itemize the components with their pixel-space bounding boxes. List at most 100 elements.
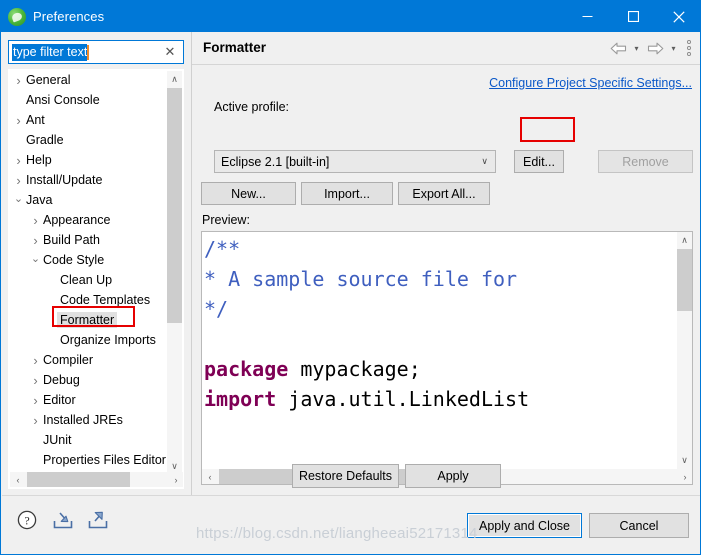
preview-vertical-scroll-thumb[interactable] — [677, 249, 692, 311]
code-plain-text: mypackage; — [288, 357, 421, 381]
chevron-right-icon[interactable]: › — [11, 150, 26, 170]
import-arrow-icon[interactable] — [51, 509, 75, 531]
tree-horizontal-scrollbar[interactable]: ‹ › — [10, 472, 183, 487]
chevron-down-icon: ∨ — [481, 156, 488, 166]
tree-item-build-path[interactable]: › Build Path — [9, 230, 169, 250]
code-keyword: package — [204, 357, 289, 381]
tree-item-gradle[interactable]: Gradle — [9, 130, 169, 150]
new-profile-button[interactable]: New... — [201, 182, 296, 205]
filter-input-wrapper[interactable]: type filter text ✕ — [8, 40, 184, 64]
code-comment-line: /** — [204, 237, 241, 261]
tree-item-junit[interactable]: JUnit — [9, 430, 169, 450]
chevron-down-icon[interactable]: ⌄ — [11, 188, 26, 208]
tree-item-code-style[interactable]: ⌄ Code Style — [9, 250, 169, 270]
tree-item-organize-imports[interactable]: Organize Imports — [9, 330, 169, 350]
tree-item-ant[interactable]: › Ant — [9, 110, 169, 130]
tree-item-label: Java — [26, 193, 53, 207]
tree-item-label: Ansi Console — [26, 93, 100, 107]
tree-item-installed-jres[interactable]: › Installed JREs — [9, 410, 169, 430]
back-arrow-icon[interactable] — [608, 39, 628, 57]
tree-item-formatter[interactable]: Formatter — [9, 310, 169, 330]
preview-scroll-up-button[interactable]: ∧ — [677, 232, 692, 249]
view-menu-icon[interactable] — [682, 39, 696, 57]
restore-defaults-button[interactable]: Restore Defaults — [292, 464, 399, 488]
export-arrow-glyph — [88, 511, 108, 529]
preferences-dialog: Preferences type filter text ✕ › General… — [0, 0, 701, 555]
tree-item-code-templates[interactable]: Code Templates — [9, 290, 169, 310]
apply-and-close-button[interactable]: Apply and Close — [467, 513, 582, 538]
tree-item-compiler[interactable]: › Compiler — [9, 350, 169, 370]
active-profile-value: Eclipse 2.1 [built-in] — [221, 154, 330, 169]
maximize-button[interactable] — [610, 1, 656, 32]
tree-item-editor[interactable]: › Editor — [9, 390, 169, 410]
preview-scroll-down-button[interactable]: ∨ — [677, 452, 692, 469]
tree-item-properties-files-editor[interactable]: Properties Files Editor — [9, 450, 169, 470]
chevron-right-icon[interactable]: › — [28, 210, 43, 230]
tree-item-appearance[interactable]: › Appearance — [9, 210, 169, 230]
chevron-down-icon[interactable]: ⌄ — [28, 248, 43, 268]
tree-item-label: Editor — [43, 393, 76, 407]
export-all-profiles-button[interactable]: Export All... — [398, 182, 490, 205]
tree-scroll-right-button[interactable]: › — [168, 472, 183, 487]
filter-input[interactable]: type filter text — [12, 43, 88, 61]
active-profile-label: Active profile: — [214, 100, 290, 114]
tree-item-install-update[interactable]: › Install/Update — [9, 170, 169, 190]
tree-item-label: Appearance — [43, 213, 111, 227]
chevron-right-icon[interactable]: › — [28, 230, 43, 250]
close-icon — [673, 10, 685, 23]
chevron-right-icon[interactable]: › — [11, 70, 26, 90]
preview-vertical-scrollbar[interactable]: ∧ ∨ — [677, 232, 692, 469]
tree-item-debug[interactable]: › Debug — [9, 370, 169, 390]
code-comment-line: */ — [204, 297, 229, 321]
import-profile-button[interactable]: Import... — [301, 182, 393, 205]
tree-item-general[interactable]: › General — [9, 70, 169, 90]
export-arrow-icon[interactable] — [86, 509, 110, 531]
preview-scroll-left-button[interactable]: ‹ — [202, 469, 218, 484]
tree-item-label: Ant — [26, 113, 45, 127]
cancel-button[interactable]: Cancel — [589, 513, 689, 538]
configure-project-specific-settings-link[interactable]: Configure Project Specific Settings... — [489, 76, 692, 90]
svg-text:?: ? — [24, 514, 29, 528]
chevron-right-icon[interactable]: › — [11, 170, 26, 190]
preferences-content-pane: Formatter ▾ ▾ Configure Project Specific… — [191, 32, 700, 495]
chevron-right-icon[interactable]: › — [28, 350, 43, 370]
tree-item-ansi-console[interactable]: Ansi Console — [9, 90, 169, 110]
forward-arrow-icon[interactable] — [645, 39, 665, 57]
apply-button[interactable]: Apply — [405, 464, 501, 488]
chevron-right-icon[interactable]: › — [28, 390, 43, 410]
chevron-right-icon[interactable]: › — [11, 110, 26, 130]
tree-item-label: Code Style — [43, 253, 105, 267]
code-plain-text: java.util.LinkedList — [276, 387, 530, 411]
tree-item-label: Organize Imports — [60, 333, 156, 347]
forward-history-dropdown-icon[interactable]: ▾ — [667, 39, 680, 57]
tree-item-java[interactable]: ⌄ Java — [9, 190, 169, 210]
active-profile-combobox[interactable]: Eclipse 2.1 [built-in] ∨ — [214, 150, 496, 173]
chevron-right-icon[interactable]: › — [28, 370, 43, 390]
tree-scroll-left-button[interactable]: ‹ — [10, 472, 26, 487]
preview-code-viewport[interactable]: /** * A sample source file for */ packag… — [202, 232, 678, 469]
minimize-button[interactable] — [564, 1, 610, 32]
tree-item-label: Code Templates — [60, 293, 151, 307]
help-question-icon[interactable]: ? — [16, 509, 40, 531]
tree-horizontal-scroll-thumb[interactable] — [27, 472, 130, 487]
back-history-dropdown-icon[interactable]: ▾ — [630, 39, 643, 57]
tree-item-label: Gradle — [26, 133, 64, 147]
page-title: Formatter — [203, 40, 267, 55]
back-arrow-glyph — [610, 42, 626, 54]
tree-item-help[interactable]: › Help — [9, 150, 169, 170]
text-caret — [87, 44, 90, 60]
edit-profile-button[interactable]: Edit... — [514, 150, 564, 173]
help-question-glyph: ? — [17, 510, 37, 530]
window-title: Preferences — [33, 9, 105, 24]
clear-filter-icon[interactable]: ✕ — [162, 44, 178, 60]
close-button[interactable] — [656, 1, 700, 32]
tree-vertical-scroll-thumb[interactable] — [167, 88, 182, 323]
tree-item-label: Install/Update — [26, 173, 103, 187]
tree-vertical-scrollbar[interactable]: ∧ ∨ — [167, 71, 182, 475]
tree-item-clean-up[interactable]: Clean Up — [9, 270, 169, 290]
tree-scroll-up-button[interactable]: ∧ — [167, 71, 182, 88]
eclipse-logo-icon — [8, 7, 26, 26]
preview-scroll-right-button[interactable]: › — [677, 469, 692, 484]
code-keyword: import — [204, 387, 277, 411]
chevron-right-icon[interactable]: › — [28, 410, 43, 430]
